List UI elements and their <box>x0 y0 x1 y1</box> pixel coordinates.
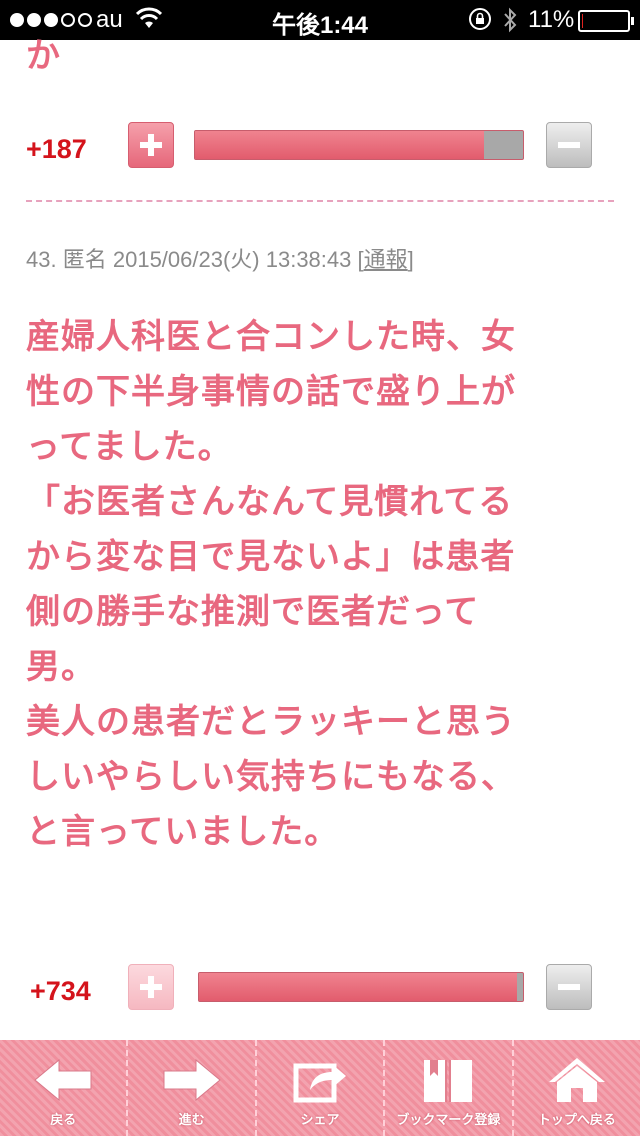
arrow-left-icon <box>34 1058 92 1102</box>
vote-count: +187 <box>26 134 87 164</box>
battery-percent: 11% <box>528 6 575 33</box>
comment-vote-row: +734 <box>0 964 640 1020</box>
minus-icon <box>558 984 580 990</box>
status-bar: au 午後1:44 11% <box>0 0 640 40</box>
comment-meta: 43. 匿名 2015/06/23(火) 13:38:43 [通報] <box>26 242 414 274</box>
minus-icon <box>558 142 580 148</box>
minus-vote-button[interactable] <box>546 964 592 1010</box>
back-button[interactable]: 戻る <box>0 1040 129 1136</box>
bottom-toolbar: 戻る 進む シェア ブックマーク登録 トップへ戻る <box>0 1040 640 1136</box>
report-bracket-close: ] <box>407 247 414 272</box>
vote-count: +734 <box>30 976 91 1006</box>
share-button[interactable]: シェア <box>257 1040 386 1136</box>
plus-vote-button[interactable] <box>128 964 174 1010</box>
vote-ratio-bar <box>198 972 524 1002</box>
previous-comment-fragment: か <box>26 36 60 76</box>
bookmark-label: ブックマーク登録 <box>396 1113 501 1128</box>
vote-ratio-bar <box>194 130 524 160</box>
previous-comment-vote-row: +187 <box>0 122 640 178</box>
plus-vote-button[interactable] <box>128 122 174 168</box>
top-label: トップへ戻る <box>537 1113 616 1128</box>
forward-button[interactable]: 進む <box>128 1040 257 1136</box>
plus-icon <box>140 134 162 156</box>
home-icon <box>548 1058 605 1102</box>
comment-divider <box>26 200 614 202</box>
comment-author: 匿名 <box>62 247 107 272</box>
share-label: シェア <box>300 1113 340 1128</box>
comment-datetime: 2015/06/23(火) 13:38:43 <box>112 247 352 272</box>
battery-icon <box>578 10 634 32</box>
comment-body: 産婦人科医と合コンした時、女 性の下半身事情の話で盛り上が ってました。 「お医… <box>26 317 516 852</box>
forward-label: 進む <box>178 1113 205 1128</box>
minus-vote-button[interactable] <box>546 122 592 168</box>
book-icon <box>424 1060 473 1102</box>
back-label: 戻る <box>50 1113 77 1128</box>
report-link[interactable]: 通報 <box>364 247 408 272</box>
bookmark-button[interactable]: ブックマーク登録 <box>385 1040 514 1136</box>
bluetooth-icon <box>504 7 517 33</box>
arrow-right-icon <box>163 1058 221 1102</box>
share-icon <box>293 1063 347 1103</box>
rotation-lock-icon <box>469 8 491 30</box>
top-button[interactable]: トップへ戻る <box>514 1040 640 1136</box>
comment-number: 43. <box>26 247 57 272</box>
plus-icon <box>140 976 162 998</box>
